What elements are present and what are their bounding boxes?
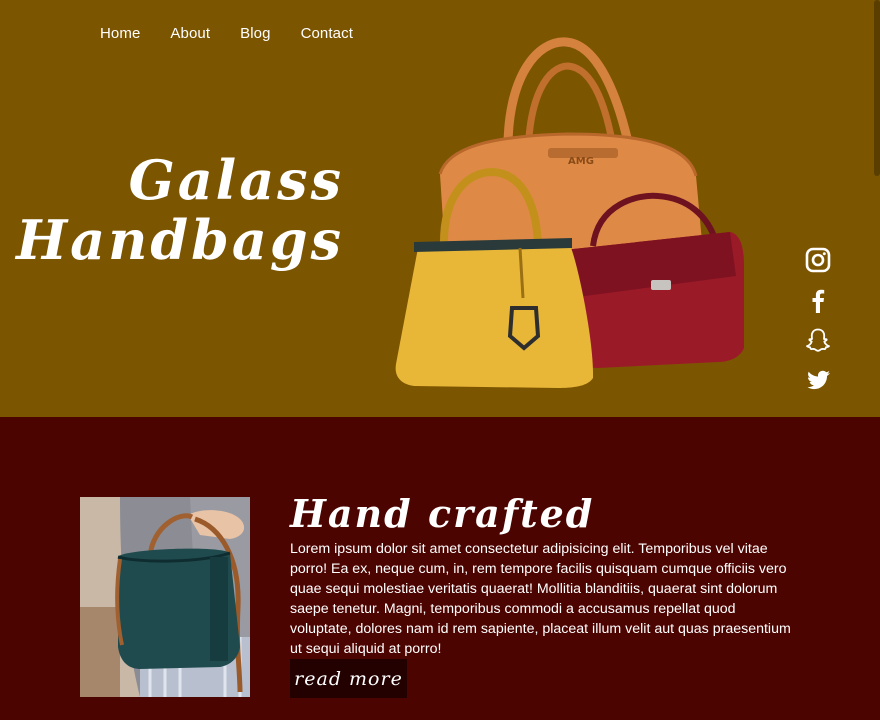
feature-description: Lorem ipsum dolor sit amet consectetur a… xyxy=(290,541,791,657)
hero-section: Home About Blog Contact Galass Handbags … xyxy=(0,0,880,417)
snapchat-icon[interactable] xyxy=(804,326,832,354)
orange-bag-logo: AMG xyxy=(568,156,594,167)
brand-title: Galass Handbags xyxy=(16,150,344,270)
nav-home[interactable]: Home xyxy=(100,25,140,42)
facebook-icon[interactable] xyxy=(804,286,832,314)
feature-title: Hand crafted xyxy=(290,491,595,536)
read-more-button[interactable]: read more xyxy=(290,659,407,698)
feature-section: Hand crafted Lorem ipsum dolor sit amet … xyxy=(0,417,880,720)
social-links xyxy=(804,246,832,394)
brand-title-line-2: Handbags xyxy=(16,208,344,272)
page: Home About Blog Contact Galass Handbags … xyxy=(0,0,880,720)
nav-contact[interactable]: Contact xyxy=(301,25,353,42)
twitter-icon[interactable] xyxy=(804,366,832,394)
brand-title-line-1: Galass xyxy=(128,148,344,212)
instagram-icon[interactable] xyxy=(804,246,832,274)
nav-about[interactable]: About xyxy=(170,25,210,42)
main-nav: Home About Blog Contact xyxy=(100,25,353,42)
handbags-image: AMG xyxy=(395,37,744,388)
yellow-bag-body xyxy=(395,242,594,388)
handcrafted-bag-photo xyxy=(80,497,250,697)
nav-blog[interactable]: Blog xyxy=(240,25,270,42)
scrollbar-thumb[interactable] xyxy=(874,0,880,176)
